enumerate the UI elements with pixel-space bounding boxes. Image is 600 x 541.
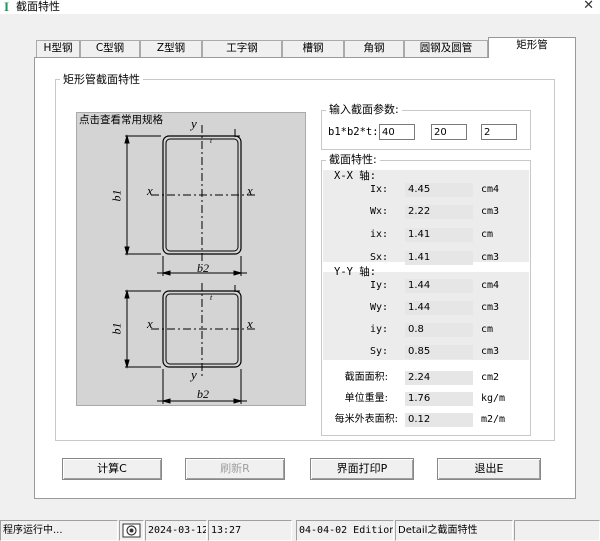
status-running: 程序运行中... — [0, 520, 118, 541]
wx-label: Wx: — [369, 206, 388, 217]
top-x-left-label: x — [147, 183, 153, 198]
wy-value: 1.44 — [405, 301, 473, 315]
tab-label: 圆钢及圆管 — [419, 42, 473, 54]
top-y-label: y — [191, 116, 197, 131]
print-button[interactable]: 界面打印P — [310, 458, 414, 480]
tab-h-steel[interactable]: H型钢 — [36, 40, 80, 57]
ix-unit: cm4 — [481, 184, 500, 195]
top-b1-label: b1 — [109, 189, 124, 202]
bottom-x-right-label: x — [247, 316, 253, 331]
tab-c-steel[interactable]: C型钢 — [80, 40, 140, 57]
param-label: b1*b2*t: — [328, 126, 379, 138]
surface-area-label: 每米外表面积: — [334, 414, 398, 425]
status-empty — [514, 520, 600, 541]
tab-label: H型钢 — [43, 42, 73, 54]
exit-button[interactable]: 退出E — [437, 458, 541, 480]
tab-label: Z型钢 — [156, 42, 186, 54]
props-group-title: 截面特性: — [326, 153, 380, 166]
tab-channel[interactable]: 槽钢 — [282, 40, 344, 57]
rx-unit: cm — [481, 229, 494, 240]
app-icon: I — [4, 0, 10, 14]
surface-area-value: 0.12 — [405, 413, 473, 427]
weight-unit: kg/m — [481, 393, 506, 404]
tab-rect-tube[interactable]: 矩形管 — [488, 37, 576, 58]
top-x-right-label: x — [247, 183, 253, 198]
sy-unit: cm3 — [481, 346, 500, 357]
rx-label: ix: — [369, 229, 388, 240]
sy-label: Sy: — [369, 346, 388, 357]
tab-round[interactable]: 圆钢及圆管 — [404, 40, 488, 57]
ry-unit: cm — [481, 324, 494, 335]
t-input[interactable] — [481, 124, 517, 140]
sx-label: Sx: — [369, 252, 388, 263]
b1-input[interactable] — [379, 124, 415, 140]
rx-value: 1.41 — [405, 228, 473, 242]
iy-label: Iy: — [369, 280, 388, 291]
iy-value: 1.44 — [405, 279, 473, 293]
close-icon[interactable]: ✕ — [583, 0, 594, 13]
weight-label: 单位重量: — [344, 393, 388, 404]
section-group-title: 矩形管截面特性 — [60, 73, 143, 86]
area-value: 2.24 — [405, 371, 473, 385]
ix-value: 4.45 — [405, 183, 473, 197]
title-bar — [0, 0, 600, 14]
iy-unit: cm4 — [481, 280, 500, 291]
status-time: 13:27 — [208, 520, 292, 541]
section-diagram — [124, 125, 255, 404]
sx-unit: cm3 — [481, 252, 500, 263]
input-group-title: 输入截面参数: — [326, 103, 402, 116]
status-date: 2024-03-12 — [145, 520, 207, 541]
status-detail: Detail之截面特性 — [395, 520, 513, 541]
bottom-b2-label: b2 — [197, 387, 209, 401]
tab-i-beam[interactable]: 工字钢 — [202, 40, 282, 57]
tab-label: 槽钢 — [302, 42, 324, 54]
window-title: 截面特性 — [16, 0, 60, 13]
ix-label: Ix: — [369, 184, 388, 195]
tab-label: 工字钢 — [226, 42, 258, 54]
bottom-x-left-label: x — [147, 316, 153, 331]
diagram-panel[interactable]: 点击查看常用规格 y x x b1 b2 t x x b1 y b2 t — [76, 112, 306, 406]
camera-icon[interactable] — [119, 520, 144, 541]
wy-unit: cm3 — [481, 302, 500, 313]
surface-area-unit: m2/m — [481, 414, 506, 425]
bottom-y-label: y — [191, 367, 197, 382]
tab-label: 矩形管 — [516, 39, 548, 51]
yy-axis-label: Y-Y 轴: — [334, 266, 377, 278]
wy-label: Wy: — [369, 302, 388, 313]
b2-input[interactable] — [431, 124, 467, 140]
ry-label: iy: — [369, 324, 388, 335]
weight-value: 1.76 — [405, 392, 473, 406]
calc-button[interactable]: 计算C — [62, 458, 162, 480]
tab-label: C型钢 — [95, 42, 125, 54]
bottom-t-label: t — [210, 293, 213, 302]
sx-value: 1.41 — [405, 251, 473, 265]
sy-value: 0.85 — [405, 345, 473, 359]
status-edition: 04-04-02 Edition — [296, 520, 394, 541]
wx-value: 2.22 — [405, 205, 473, 219]
top-b2-label: b2 — [197, 261, 209, 275]
tab-z-steel[interactable]: Z型钢 — [140, 40, 202, 57]
ry-value: 0.8 — [405, 323, 473, 337]
tab-angle[interactable]: 角钢 — [344, 40, 404, 57]
top-t-label: t — [210, 136, 213, 145]
area-label: 截面面积: — [344, 372, 388, 383]
wx-unit: cm3 — [481, 206, 500, 217]
area-unit: cm2 — [481, 372, 500, 383]
tab-label: 角钢 — [363, 42, 385, 54]
xx-axis-label: X-X 轴: — [334, 170, 377, 182]
refresh-button[interactable]: 刷新R — [185, 458, 285, 480]
bottom-b1-label: b1 — [109, 322, 124, 335]
